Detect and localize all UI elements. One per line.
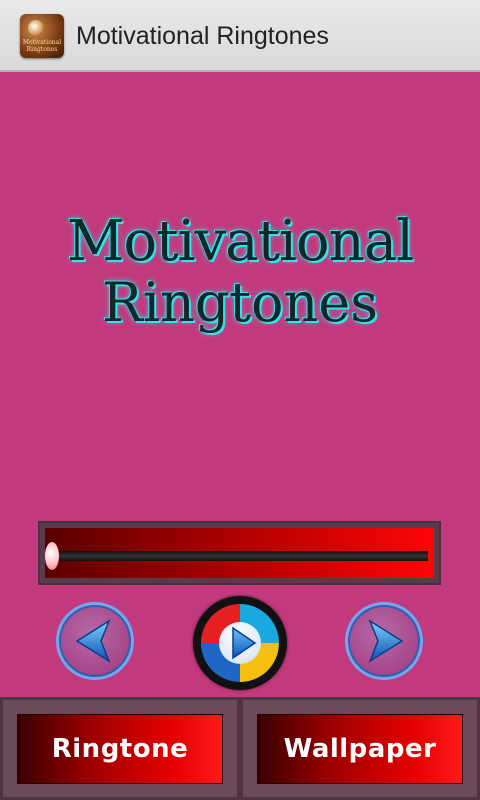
banner-line-1: Motivational — [67, 209, 414, 274]
wallpaper-cell: Wallpaper — [240, 697, 480, 800]
app-logo-icon: Motivational Ringtones — [20, 14, 64, 58]
play-button[interactable] — [193, 596, 287, 690]
previous-button[interactable] — [56, 602, 134, 680]
next-arrow-icon — [368, 619, 404, 663]
seek-bar[interactable] — [38, 521, 441, 585]
title-banner: Motivational Ringtones — [0, 210, 480, 332]
seek-thumb[interactable] — [45, 542, 59, 570]
play-icon — [232, 626, 257, 660]
app-title: Motivational Ringtones — [76, 22, 329, 50]
banner-line-2: Ringtones — [102, 271, 378, 334]
bottom-action-bar: Ringtone Wallpaper — [0, 697, 480, 800]
next-button[interactable] — [345, 602, 423, 680]
ringtone-cell: Ringtone — [0, 697, 240, 800]
seek-track — [53, 551, 428, 561]
ringtone-button[interactable]: Ringtone — [17, 714, 223, 784]
previous-arrow-icon — [75, 619, 111, 663]
wallpaper-button[interactable]: Wallpaper — [257, 714, 463, 784]
app-bar: Motivational Ringtones Motivational Ring… — [0, 0, 480, 72]
